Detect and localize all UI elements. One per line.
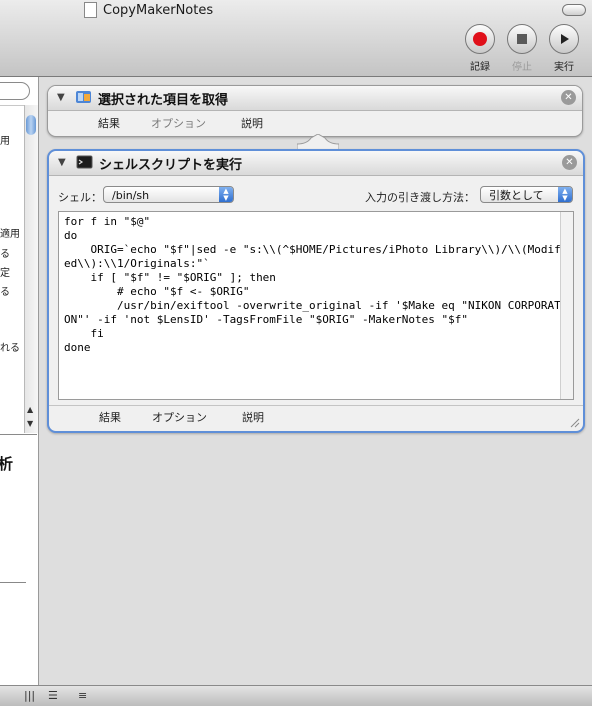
window-title: CopyMakerNotes bbox=[84, 2, 213, 18]
run-label: 実行 bbox=[554, 62, 574, 73]
script-text[interactable]: for f in "$@" do ORIG=`echo "$f"|sed -e … bbox=[59, 212, 573, 358]
description-title: 析 bbox=[0, 455, 14, 473]
disclosure-triangle-icon[interactable]: ▼ bbox=[57, 92, 65, 103]
list-item[interactable]: る bbox=[0, 283, 10, 298]
library-search-field[interactable] bbox=[0, 82, 30, 100]
scroll-down-arrow-icon[interactable]: ▼ bbox=[27, 419, 33, 428]
tab-description[interactable]: 説明 bbox=[241, 115, 263, 131]
scrollbar-thumb[interactable] bbox=[26, 115, 36, 135]
action-header[interactable]: ▼ シェルスクリプトを実行 ✕ bbox=[49, 151, 583, 176]
toolbar-toggle-button[interactable] bbox=[562, 4, 586, 16]
list-item[interactable]: 適用 bbox=[0, 225, 20, 240]
action-get-selected-items[interactable]: ▼ 選択された項目を取得 ✕ 結果 オプション 説明 bbox=[47, 85, 583, 137]
script-scrollbar[interactable] bbox=[560, 212, 573, 399]
action-footer-tabs: 結果 オプション 説明 bbox=[49, 405, 583, 426]
input-method-label: 入力の引き渡し方法： bbox=[365, 191, 475, 204]
document-icon bbox=[84, 2, 97, 18]
record-icon bbox=[465, 24, 495, 54]
terminal-icon bbox=[76, 155, 93, 169]
list-item[interactable]: る bbox=[0, 245, 10, 260]
tab-results[interactable]: 結果 bbox=[99, 409, 121, 425]
scroll-up-arrow-icon[interactable]: ▲ bbox=[27, 405, 33, 414]
toolbar: CopyMakerNotes 記録 停止 実行 bbox=[0, 0, 592, 77]
list-item[interactable]: 用 bbox=[0, 132, 10, 147]
popup-arrows-icon: ▲ ▼ bbox=[558, 187, 572, 202]
record-button[interactable]: 記録 bbox=[463, 24, 497, 73]
list-item[interactable]: 定 bbox=[0, 264, 10, 279]
library-scrollbar[interactable]: ▲ ▼ bbox=[24, 105, 38, 433]
list-view-icon[interactable]: ☰ bbox=[48, 689, 58, 702]
tab-options[interactable]: オプション bbox=[152, 409, 207, 425]
action-run-shell-script[interactable]: ▼ シェルスクリプトを実行 ✕ シェル： /bin/sh ▲ ▼ 入力の引き渡し方… bbox=[47, 149, 585, 433]
stop-icon bbox=[507, 24, 537, 54]
description-divider bbox=[0, 582, 26, 583]
input-method-select[interactable]: 引数として ▲ ▼ bbox=[480, 186, 573, 203]
script-editor[interactable]: for f in "$@" do ORIG=`echo "$f"|sed -e … bbox=[58, 211, 574, 400]
close-icon[interactable]: ✕ bbox=[561, 90, 576, 105]
log-view-icon[interactable]: ≡ bbox=[78, 689, 87, 702]
shell-label: シェル： bbox=[58, 191, 102, 204]
shell-select-value: /bin/sh bbox=[112, 189, 150, 202]
action-header[interactable]: ▼ 選択された項目を取得 ✕ bbox=[48, 86, 582, 111]
tab-results[interactable]: 結果 bbox=[98, 115, 120, 131]
record-label: 記録 bbox=[470, 62, 490, 73]
action-title: 選択された項目を取得 bbox=[98, 93, 229, 108]
stop-button[interactable]: 停止 bbox=[505, 24, 539, 73]
popup-arrows-icon: ▲ ▼ bbox=[219, 187, 233, 202]
action-footer-tabs: 結果 オプション 説明 bbox=[48, 112, 582, 132]
input-method-select-value: 引数として bbox=[489, 189, 544, 202]
finder-get-items-icon bbox=[76, 91, 91, 103]
resize-grip-icon[interactable] bbox=[570, 418, 580, 428]
shell-select[interactable]: /bin/sh ▲ ▼ bbox=[103, 186, 234, 203]
bottom-bar: ||| ☰ ≡ bbox=[0, 685, 592, 706]
tab-options[interactable]: オプション bbox=[151, 115, 206, 131]
column-view-icon[interactable]: ||| bbox=[24, 689, 35, 702]
action-title: シェルスクリプトを実行 bbox=[99, 158, 243, 173]
workflow-area[interactable]: ▼ 選択された項目を取得 ✕ 結果 オプション 説明 ▼ シェルスクリプトを実行 bbox=[39, 77, 592, 685]
stop-label: 停止 bbox=[512, 62, 532, 73]
library-panel: 用 適用 る 定 る れる ▲ ▼ 析 bbox=[0, 77, 39, 685]
run-button[interactable]: 実行 bbox=[547, 24, 581, 73]
disclosure-triangle-icon[interactable]: ▼ bbox=[58, 157, 66, 168]
window-title-text: CopyMakerNotes bbox=[103, 2, 214, 18]
list-item[interactable]: れる bbox=[0, 339, 20, 354]
close-icon[interactable]: ✕ bbox=[562, 155, 577, 170]
play-icon bbox=[549, 24, 579, 54]
tab-description[interactable]: 説明 bbox=[242, 409, 264, 425]
